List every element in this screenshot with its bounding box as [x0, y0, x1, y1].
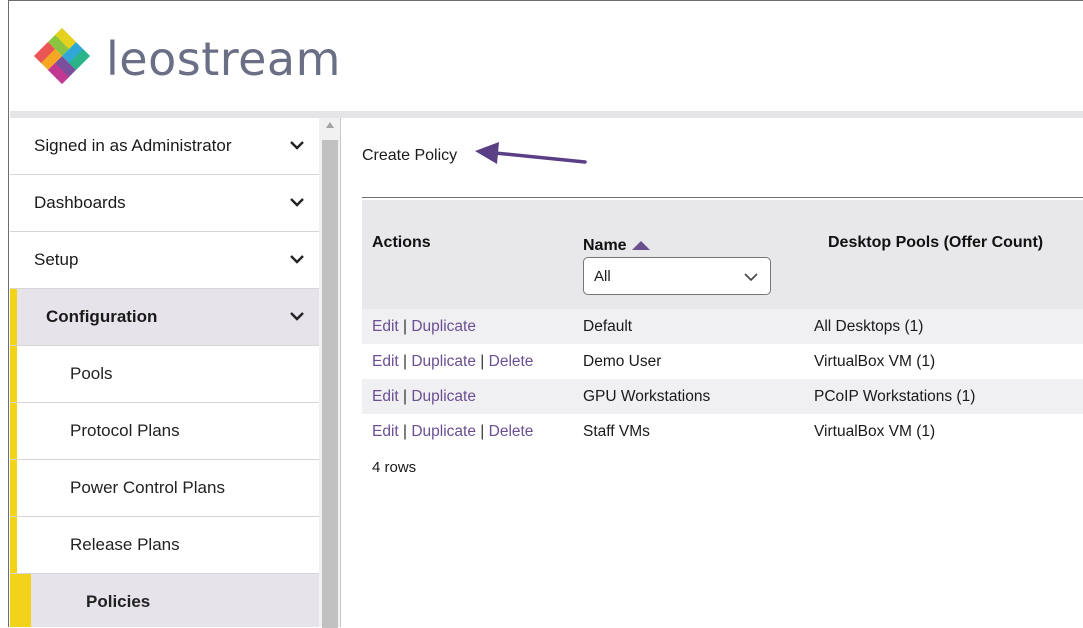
sidebar-item-pools[interactable]: Pools [10, 346, 319, 403]
brand-name: leostream [106, 32, 341, 86]
annotation-arrow-icon [475, 142, 587, 164]
sidebar-item-label: Pools [70, 364, 113, 383]
leostream-logo-icon [34, 28, 90, 84]
sidebar-item-label: Policies [86, 592, 151, 611]
row-name: Default [583, 318, 633, 335]
sidebar-item-protocol-plans[interactable]: Protocol Plans [10, 403, 319, 460]
app-header: leostream [10, 10, 1083, 110]
duplicate-link[interactable]: Duplicate [411, 318, 476, 335]
row-count: 4 rows [372, 459, 417, 476]
sidebar-scrollbar[interactable] [319, 118, 341, 628]
duplicate-link[interactable]: Duplicate [411, 388, 476, 405]
content-divider [362, 197, 1083, 198]
edit-link[interactable]: Edit [372, 423, 399, 440]
edit-link[interactable]: Edit [372, 318, 399, 335]
chevron-down-icon [744, 273, 758, 282]
main-content: Create Policy Actions Name Desktop Pools… [341, 118, 1083, 627]
chevron-down-icon [290, 198, 304, 207]
chevron-down-icon [290, 312, 304, 321]
row-desktop-pools: VirtualBox VM (1) [814, 353, 936, 370]
row-desktop-pools: PCoIP Workstations (1) [814, 388, 976, 405]
name-filter-value: All [594, 268, 611, 285]
table-row: Edit | Duplicate Default All Desktops (1… [362, 309, 1083, 344]
row-desktop-pools: VirtualBox VM (1) [814, 423, 936, 440]
duplicate-link[interactable]: Duplicate [411, 423, 476, 440]
header-divider [10, 111, 1083, 118]
row-actions: Edit | Duplicate [372, 318, 476, 335]
table-header: Actions Name Desktop Pools (Offer Count)… [362, 200, 1083, 309]
sidebar-item-signed-in[interactable]: Signed in as Administrator [10, 118, 319, 175]
sidebar-item-policies[interactable]: Policies [10, 574, 319, 627]
table-row: Edit | Duplicate GPU Workstations PCoIP … [362, 379, 1083, 414]
window-frame-top [0, 0, 1083, 10]
delete-link[interactable]: Delete [489, 423, 534, 440]
chevron-down-icon [290, 255, 304, 264]
sidebar-item-label: Signed in as Administrator [34, 136, 232, 155]
sidebar-item-setup[interactable]: Setup [10, 232, 319, 289]
sidebar-item-dashboards[interactable]: Dashboards [10, 175, 319, 232]
row-actions: Edit | Duplicate | Delete [372, 423, 534, 440]
sidebar-item-configuration[interactable]: Configuration [10, 289, 319, 346]
sidebar-item-label: Setup [34, 250, 79, 269]
row-desktop-pools: All Desktops (1) [814, 318, 924, 335]
sidebar-nav: Signed in as Administrator Dashboards Se… [10, 118, 319, 627]
sidebar-item-power-control-plans[interactable]: Power Control Plans [10, 460, 319, 517]
delete-link[interactable]: Delete [489, 353, 534, 370]
row-actions: Edit | Duplicate | Delete [372, 353, 534, 370]
column-header-name-label: Name [583, 237, 627, 254]
column-header-actions: Actions [372, 234, 431, 251]
scrollbar-thumb[interactable] [322, 140, 338, 628]
row-actions: Edit | Duplicate [372, 388, 476, 405]
edit-link[interactable]: Edit [372, 353, 399, 370]
chevron-down-icon [290, 141, 304, 150]
window-frame-left [0, 0, 9, 627]
column-header-name[interactable]: Name [583, 237, 650, 255]
create-policy-link[interactable]: Create Policy [362, 147, 457, 165]
duplicate-link[interactable]: Duplicate [411, 353, 476, 370]
sidebar-item-label: Power Control Plans [70, 478, 225, 497]
sidebar-item-label: Dashboards [34, 193, 126, 212]
table-row: Edit | Duplicate | Delete Staff VMs Virt… [362, 414, 1083, 449]
row-name: GPU Workstations [583, 388, 711, 405]
edit-link[interactable]: Edit [372, 388, 399, 405]
sidebar-item-label: Configuration [46, 307, 158, 326]
row-name: Demo User [583, 353, 662, 370]
column-header-desktop-pools: Desktop Pools (Offer Count) [828, 234, 1044, 251]
row-name: Staff VMs [583, 423, 650, 440]
sidebar-item-release-plans[interactable]: Release Plans [10, 517, 319, 574]
table-row: Edit | Duplicate | Delete Demo User Virt… [362, 344, 1083, 379]
sidebar-item-label: Protocol Plans [70, 421, 180, 440]
name-filter-select[interactable]: All [583, 257, 771, 295]
sidebar-item-label: Release Plans [70, 535, 180, 554]
scroll-up-arrow-icon[interactable] [326, 122, 334, 128]
sort-ascending-icon[interactable] [631, 241, 650, 251]
